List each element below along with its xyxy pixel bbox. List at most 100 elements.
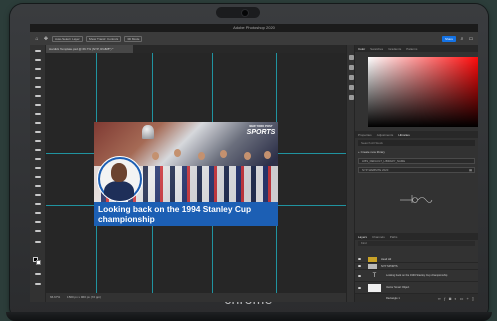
portrait-face [111,163,127,182]
crop-tool-icon[interactable] [35,86,41,88]
artwork-image[interactable]: NEW YORK POST SPORTS Looking back on the… [94,122,278,226]
headline-text: Looking back on the 1994 Stanley Cup cha… [98,204,252,224]
eraser-tool-icon[interactable] [35,149,41,151]
player-head [264,151,271,159]
library-select-value: NYP-WEBSITE 2020 [362,168,389,172]
picker-shade [368,57,478,127]
search-icon[interactable]: ⌕ [459,36,465,42]
layers-footer: Rectangle 1 ∞ ƒ ◙ ◐ ▭ + ▯ [355,294,478,302]
portrait-body [104,181,134,201]
quick-mask-icon[interactable] [35,273,41,275]
layer-thumbnail [368,284,381,292]
shape-tool-icon[interactable] [35,212,41,214]
stamp-tool-icon[interactable] [35,131,41,133]
eye-icon[interactable] [358,258,361,260]
layer-row[interactable]: Head Hd [355,256,478,263]
eye-icon[interactable] [358,275,361,277]
transform-controls-toggle[interactable]: Show Transf. Controls [85,35,122,42]
quick-select-tool-icon[interactable] [35,77,41,79]
layers-filter-select[interactable]: Kind [358,241,475,246]
blur-tool-icon[interactable] [35,167,41,169]
layer-row[interactable]: Vector Smart Object [355,282,478,294]
layer-name-last[interactable]: Rectangle 1 [386,297,400,300]
portrait-circle [97,156,143,202]
fx-icon[interactable]: ƒ [444,296,446,301]
auto-select-toggle[interactable]: Auto-Select: Layer [52,35,83,42]
history-panel-icon[interactable] [349,55,354,60]
move-tool-icon[interactable] [35,50,41,52]
color-picker-field[interactable] [368,57,478,127]
history-brush-tool-icon[interactable] [35,140,41,142]
library-menu-icon[interactable]: ▤ [469,168,472,173]
app-title-bar: Adobe Photoshop 2020 [30,24,478,32]
eye-icon[interactable] [358,287,361,289]
brushes-panel-icon[interactable] [349,75,354,80]
webcam-lens [242,9,248,16]
layers-panel-tabs: Layers Channels Paths [355,233,478,240]
tab-gradients[interactable]: Gradients [388,47,401,51]
link-icon[interactable]: ∞ [438,296,441,301]
layer-row[interactable]: NYP SPORTS [355,263,478,270]
mask-icon[interactable]: ◙ [449,296,451,301]
type-tool-icon[interactable] [35,194,41,196]
new-layer-icon[interactable]: + [466,296,468,301]
tab-properties[interactable]: Properties [358,133,372,137]
folder-icon [368,264,377,269]
healing-tool-icon[interactable] [35,113,41,115]
hand-tool-icon[interactable] [35,221,41,223]
library-panel-tabs: Properties Adjustments Libraries [355,131,478,138]
brush-tool-icon[interactable] [35,122,41,124]
character-panel-icon[interactable] [349,85,354,90]
share-button[interactable]: Share [441,35,456,42]
workspace-icon[interactable]: ▭ [468,36,474,42]
home-icon[interactable]: ⌂ [34,36,40,42]
tab-adjustments[interactable]: Adjustments [377,133,394,137]
zoom-level[interactable]: 66.67% [50,295,60,299]
tab-layers[interactable]: Layers [358,235,367,239]
document-tab[interactable]: Hardick Template.psd @ 66.7% (NYP, RGB/8… [46,45,133,53]
tab-swatches[interactable]: Swatches [370,47,383,51]
gradient-tool-icon[interactable] [35,158,41,160]
stanley-cup-image [142,125,154,139]
lasso-tool-icon[interactable] [35,68,41,70]
frame-tool-icon[interactable] [35,95,41,97]
logo-main-text: SPORTS [246,129,276,136]
tab-patterns[interactable]: Patterns [406,47,417,51]
tab-channels[interactable]: Channels [372,235,385,239]
properties-panel-icon[interactable] [349,65,354,70]
library-search-input[interactable]: Search All Stock [358,140,475,146]
layer-row[interactable]: T Looking back on the 1994 Stanley Cup c… [355,270,478,282]
background-color-swatch[interactable] [36,260,41,265]
right-panel-dock: Color Swatches Gradients Patterns Proper… [355,45,478,302]
tab-paths[interactable]: Paths [390,235,398,239]
mode-3d-button[interactable]: 3D Mode [124,35,143,42]
screen-mode-icon[interactable] [35,283,41,285]
edit-toolbar-icon[interactable] [35,241,41,243]
marquee-tool-icon[interactable] [35,59,41,61]
chromebook-base [6,312,492,321]
eyedropper-tool-icon[interactable] [35,104,41,106]
player-head [174,149,181,157]
status-bar: 66.67% 1500 px x 960 px (72 ppi) [46,293,346,302]
library-select[interactable]: NYP-WEBSITE 2020 ▤ [358,167,475,173]
photoshop-window: Adobe Photoshop 2020 ⌂ ✥ Auto-Select: La… [30,24,478,302]
player-head [152,152,159,160]
tab-color[interactable]: Color [358,47,365,51]
path-select-tool-icon[interactable] [35,203,41,205]
collapsed-panels [346,45,355,302]
trash-icon[interactable]: ▯ [472,296,474,301]
color-panel-tabs: Color Swatches Gradients Patterns [355,45,478,52]
new-group-icon[interactable]: ▭ [460,296,464,301]
canvas-area[interactable]: NEW YORK POST SPORTS Looking back on the… [46,53,346,293]
tab-libraries[interactable]: Libraries [398,133,410,137]
library-name-field[interactable]: LIBS_DEFAULT_LIBRARY_NAME [358,158,475,164]
player-head [198,152,205,160]
move-icon[interactable]: ✥ [43,36,49,42]
paragraph-panel-icon[interactable] [349,95,354,100]
zoom-tool-icon[interactable] [35,230,41,232]
adjustment-icon[interactable]: ◐ [454,296,456,301]
create-library-button[interactable]: + Create new library [358,149,385,155]
eye-icon[interactable] [358,265,361,267]
pen-tool-icon[interactable] [35,185,41,187]
dodge-tool-icon[interactable] [35,176,41,178]
